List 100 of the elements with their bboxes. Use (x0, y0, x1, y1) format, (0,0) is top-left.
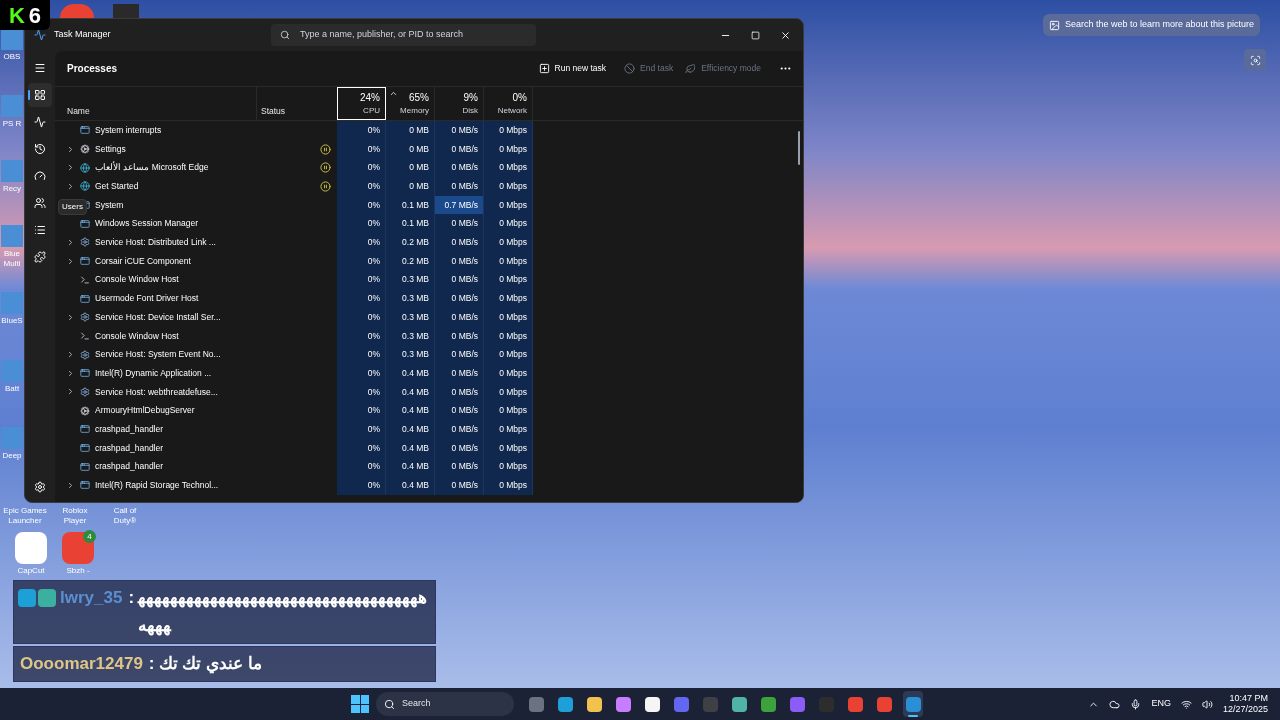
expand-chevron-icon[interactable] (66, 237, 75, 247)
expand-chevron-icon[interactable] (66, 256, 75, 266)
process-name[interactable]: Intel(R) Dynamic Application ... (95, 366, 212, 380)
volume-icon[interactable] (1201, 698, 1213, 710)
settings-icon[interactable] (34, 481, 46, 493)
app-window-icon (80, 424, 90, 435)
process-name[interactable]: crashpad_handler (95, 460, 164, 474)
taskbar-search-field[interactable]: Search (376, 692, 514, 716)
table-cell: 0 MB/s (435, 476, 484, 495)
shortcut-icon[interactable] (1, 28, 23, 50)
metric-column-header[interactable]: 65% Memory (386, 87, 435, 120)
shortcut-icon[interactable] (15, 532, 47, 564)
clock-time[interactable]: 10:47 PM (1229, 693, 1268, 704)
process-name[interactable]: Corsair iCUE Component (95, 254, 191, 268)
list-icon (34, 223, 46, 236)
menu-icon[interactable] (34, 62, 46, 74)
app-icon (905, 696, 921, 712)
history-icon (34, 142, 46, 155)
page-title: Processes (66, 62, 118, 76)
process-name[interactable]: Usermode Font Driver Host (95, 292, 199, 305)
language-indicator[interactable]: ENG (1151, 697, 1171, 711)
app-window-icon (80, 461, 90, 472)
process-name[interactable]: System interrupts (95, 123, 162, 137)
process-name[interactable]: crashpad_handler (95, 422, 164, 436)
close-icon[interactable] (780, 29, 791, 41)
table-cell: 0.4 MB (386, 420, 435, 439)
search-icon (280, 30, 290, 40)
app-window-icon (80, 480, 90, 491)
process-name[interactable]: مساعد الألعاب Microsoft Edge (95, 161, 209, 175)
metric-column-header[interactable]: 0% Network (484, 87, 533, 120)
process-name[interactable]: Console Window Host (95, 329, 179, 343)
gear-icon (80, 386, 90, 397)
table-cell: 0 MB/s (435, 158, 484, 178)
shortcut-label[interactable]: PS R (0, 119, 24, 129)
web-search-button[interactable]: Search the web to learn more about this picture (1043, 14, 1261, 36)
app-icon (557, 696, 573, 712)
microphone-icon[interactable] (1130, 698, 1142, 710)
table-cell: 0 MB/s (435, 214, 484, 234)
shortcut-icon[interactable]: 4 (62, 532, 94, 564)
table-cell: 0% (337, 476, 386, 495)
expand-chevron-icon[interactable] (66, 163, 75, 173)
chat-badge-icon (38, 589, 56, 607)
toolbar-button[interactable]: Run new task (532, 57, 613, 80)
table-cell: 0 Mbps (484, 457, 533, 477)
search-icon (384, 698, 395, 710)
table-cell: 0 MB/s (435, 420, 484, 439)
process-name[interactable]: Service Host: System Event No... (95, 348, 221, 361)
shortcut-label[interactable]: OBS (0, 52, 24, 62)
pulse-chart-icon (34, 115, 46, 128)
visual-search-button[interactable] (1244, 49, 1266, 71)
process-name[interactable]: ArmouryHtmlDebugServer (95, 404, 195, 418)
app-window-icon (80, 125, 90, 136)
column-header[interactable]: Name (67, 105, 90, 118)
table-cell: 0% (337, 177, 386, 196)
gear-icon (80, 237, 90, 248)
chat-separator: : (148, 653, 155, 675)
metric-column-header[interactable]: 24% CPU (337, 87, 386, 120)
expand-chevron-icon[interactable] (66, 480, 75, 490)
process-name[interactable]: Service Host: webthreatdefuse... (95, 385, 218, 399)
table-cell: 0 MB/s (435, 233, 484, 252)
process-name[interactable]: Settings (95, 142, 126, 156)
process-name[interactable]: Intel(R) Rapid Storage Technol... (95, 479, 219, 492)
shortcut-label[interactable]: Deep (0, 451, 24, 461)
process-name[interactable]: crashpad_handler (95, 441, 164, 455)
expand-chevron-icon[interactable] (66, 181, 75, 191)
table-cell: 0% (337, 401, 386, 420)
process-name[interactable]: Get Started (95, 180, 139, 193)
table-cell: 0 Mbps (484, 401, 533, 420)
expand-chevron-icon[interactable] (66, 144, 75, 154)
expand-chevron-icon[interactable] (66, 350, 75, 360)
table-cell: 0 Mbps (484, 177, 533, 196)
shortcut-label[interactable]: Batt (0, 384, 24, 394)
expand-chevron-icon[interactable] (66, 368, 75, 378)
app-window-icon (80, 293, 90, 304)
process-name[interactable]: Console Window Host (95, 273, 179, 287)
process-name[interactable]: Service Host: Distributed Link ... (95, 236, 216, 249)
process-name[interactable]: Windows Session Manager (95, 217, 198, 231)
process-name[interactable]: System (95, 198, 124, 212)
gear-icon (80, 405, 90, 416)
table-cell: 0.2 MB (386, 233, 435, 252)
maximize-icon[interactable] (751, 30, 760, 40)
nav-tab[interactable] (28, 82, 52, 107)
column-header[interactable]: Status (261, 105, 286, 118)
table-cell: 0.3 MB (386, 345, 435, 364)
table-cell: 0 Mbps (484, 214, 533, 234)
expand-chevron-icon[interactable] (66, 312, 75, 322)
scrollbar-thumb[interactable] (798, 131, 800, 165)
network-icon[interactable] (1180, 698, 1192, 710)
table-cell: 0 Mbps (484, 345, 533, 364)
cloud-icon[interactable] (1109, 698, 1121, 710)
table-cell: 0 Mbps (484, 158, 533, 178)
clock-date[interactable]: 12/27/2025 (1222, 704, 1268, 715)
expand-chevron-icon[interactable] (66, 387, 75, 397)
new-task-icon (538, 63, 550, 74)
chat-username: Oooomar12479 (20, 653, 143, 675)
taskbar-app[interactable] (903, 691, 923, 717)
search-field[interactable]: Type a name, publisher, or PID to search (271, 24, 536, 46)
metric-column-header[interactable]: 9% Disk (435, 87, 484, 120)
process-name[interactable]: Service Host: Device Install Ser... (95, 310, 221, 324)
start-button[interactable] (349, 693, 371, 715)
